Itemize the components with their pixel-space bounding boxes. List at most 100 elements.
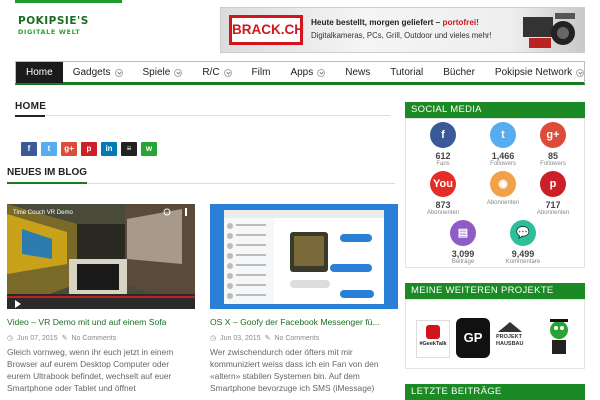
post-card: Time Couch VR Demo Video – VR Demo mit u… [7,204,195,394]
post-excerpt: Gleich vornweg, wenn ihr euch jetzt in e… [7,347,174,393]
social-count: 612 [435,151,451,161]
nav-label: Tutorial [390,67,424,78]
post-comments[interactable]: No Comments [71,335,116,342]
chevron-down-icon [223,68,232,77]
social-label: Followers [540,161,566,167]
post-thumbnail[interactable] [210,204,398,309]
social-google-plus[interactable]: g+ 85 Followers [523,122,583,167]
social-label: Abonnenten [536,210,570,216]
nav-item-spiele[interactable]: Spiele [133,62,193,83]
social-youtube[interactable]: You 873 Abonnenten [413,171,473,216]
share-pinterest-button[interactable]: p [81,142,97,156]
divider [15,115,390,116]
nav-label: Spiele [142,67,171,78]
geektalk-logo-icon [426,325,440,339]
project-label: #GeekTalk [419,341,447,347]
clock-icon: ◷ [7,335,14,342]
chevron-down-icon [174,68,183,77]
nav-label: Apps [290,67,314,78]
youtube-icon: You [430,171,456,197]
nav-label: Film [251,67,271,78]
chevron-down-icon [576,68,585,77]
mascot-icon [550,319,568,354]
social-facebook[interactable]: f 612 Fans [413,122,473,167]
post-title[interactable]: Video – VR Demo mit und auf einem Sofa [7,317,195,327]
pinterest-icon: p [540,171,566,197]
facebook-icon: f [430,122,456,148]
rss-icon: ◉ [490,171,516,197]
banner-headline: Heute bestellt, morgen geliefert – porto… [311,18,479,27]
ad-banner[interactable]: BRACK.CH Heute bestellt, morgen geliefer… [220,7,585,53]
social-label: Abonnenten [426,210,460,216]
post-date: Jun 03, 2015 [220,334,261,342]
widget-title-social: SOCIAL MEDIA [405,102,585,118]
banner-products-image [523,13,575,48]
banner-subline: Digitalkameras, PCs, Grill, Outdoor und … [311,31,492,40]
messenger-screenshot-image [210,204,398,309]
post-comments[interactable]: No Comments [274,335,319,342]
comment-icon: ✎ [61,335,68,342]
share-twitter-button[interactable]: t [41,142,57,156]
site-logo[interactable]: POKIPSIE'S DIGITALE WELT [18,15,102,43]
social-count: 3,099 [451,249,475,259]
nav-item-pokipsie-network[interactable]: Pokipsie Network [485,62,594,83]
social-count: 717 [545,200,561,210]
project-hausbau[interactable]: PROJEKT HAUSBAU [496,320,536,358]
nav-label: Bücher [443,67,475,78]
chevron-down-icon [114,68,123,77]
main-nav: Home Gadgets Spiele R/C Film Apps News Tutorial… [15,61,585,85]
nav-item-home[interactable]: Home [16,62,63,83]
google-plus-icon: g+ [540,122,566,148]
share-linkedin-button[interactable]: in [101,142,117,156]
share-google-plus-button[interactable]: g+ [61,142,77,156]
social-label: Beiträge [451,259,475,265]
share-buffer-button[interactable]: ≡ [121,142,137,156]
share-whatsapp-button[interactable]: w [141,142,157,156]
video-title: Time Couch VR Demo [13,210,73,216]
social-count: 873 [435,200,451,210]
share-facebook-button[interactable]: f [21,142,37,156]
project-gp[interactable]: GP [456,318,490,358]
posts-icon: ▤ [450,220,476,246]
social-count: 85 [547,151,558,161]
post-meta: ◷ Jun 03, 2015 ✎ No Comments [210,334,398,343]
project-mascot[interactable] [544,316,574,360]
social-comments[interactable]: 💬 9,499 Kommentare [493,220,553,265]
logo-line2: DIGITALE WELT [18,28,81,36]
logo-line1: POKIPSIE'S [18,15,89,27]
social-label: Kommentare [505,259,541,265]
chevron-down-icon [317,68,326,77]
nav-label: Pokipsie Network [494,67,573,78]
banner-headline-b: portofrei! [442,18,479,27]
section-divider-accent [7,182,87,184]
nav-item-film[interactable]: Film [242,62,281,83]
comments-icon: 💬 [510,220,536,246]
twitter-icon: t [490,122,516,148]
social-posts[interactable]: ▤ 3,099 Beiträge [433,220,493,265]
nav-item-apps[interactable]: Apps [280,62,335,83]
page: POKIPSIE'S DIGITALE WELT BRACK.CH Heute … [0,0,600,400]
video-thumbnail[interactable]: Time Couch VR Demo [7,204,195,309]
social-label: Fans [436,161,450,167]
project-geektalk[interactable]: #GeekTalk [416,320,450,358]
top-accent-line [15,0,122,3]
nav-label: R/C [202,67,220,78]
section-title: NEUES IM BLOG [7,167,88,178]
nav-item-b-cher[interactable]: Bücher [433,62,485,83]
nav-item-gadgets[interactable]: Gadgets [63,62,133,83]
social-media-widget: f 612 Fans t 1,466 Followers g+ 85 Followers You 8… [405,118,585,268]
post-title[interactable]: OS X – Goofy der Facebook Messenger fü..… [210,317,398,327]
nav-item-news[interactable]: News [335,62,380,83]
share-buttons: f t g+ p in ≡ w [21,142,157,156]
social-pinterest[interactable]: p 717 Abonnenten [523,171,583,216]
widget-title-projects: MEINE WEITEREN PROJEKTE [405,283,585,299]
nav-item-r-c[interactable]: R/C [192,62,241,83]
social-count: 9,499 [511,249,535,259]
post-card: OS X – Goofy der Facebook Messenger fü..… [210,204,398,394]
nav-label: Home [26,67,53,78]
clock-icon: ◷ [210,335,217,342]
nav-item-tutorial[interactable]: Tutorial [380,62,433,83]
comment-icon: ✎ [264,335,271,342]
breadcrumb: HOME [15,101,47,112]
divider-accent [15,115,45,117]
